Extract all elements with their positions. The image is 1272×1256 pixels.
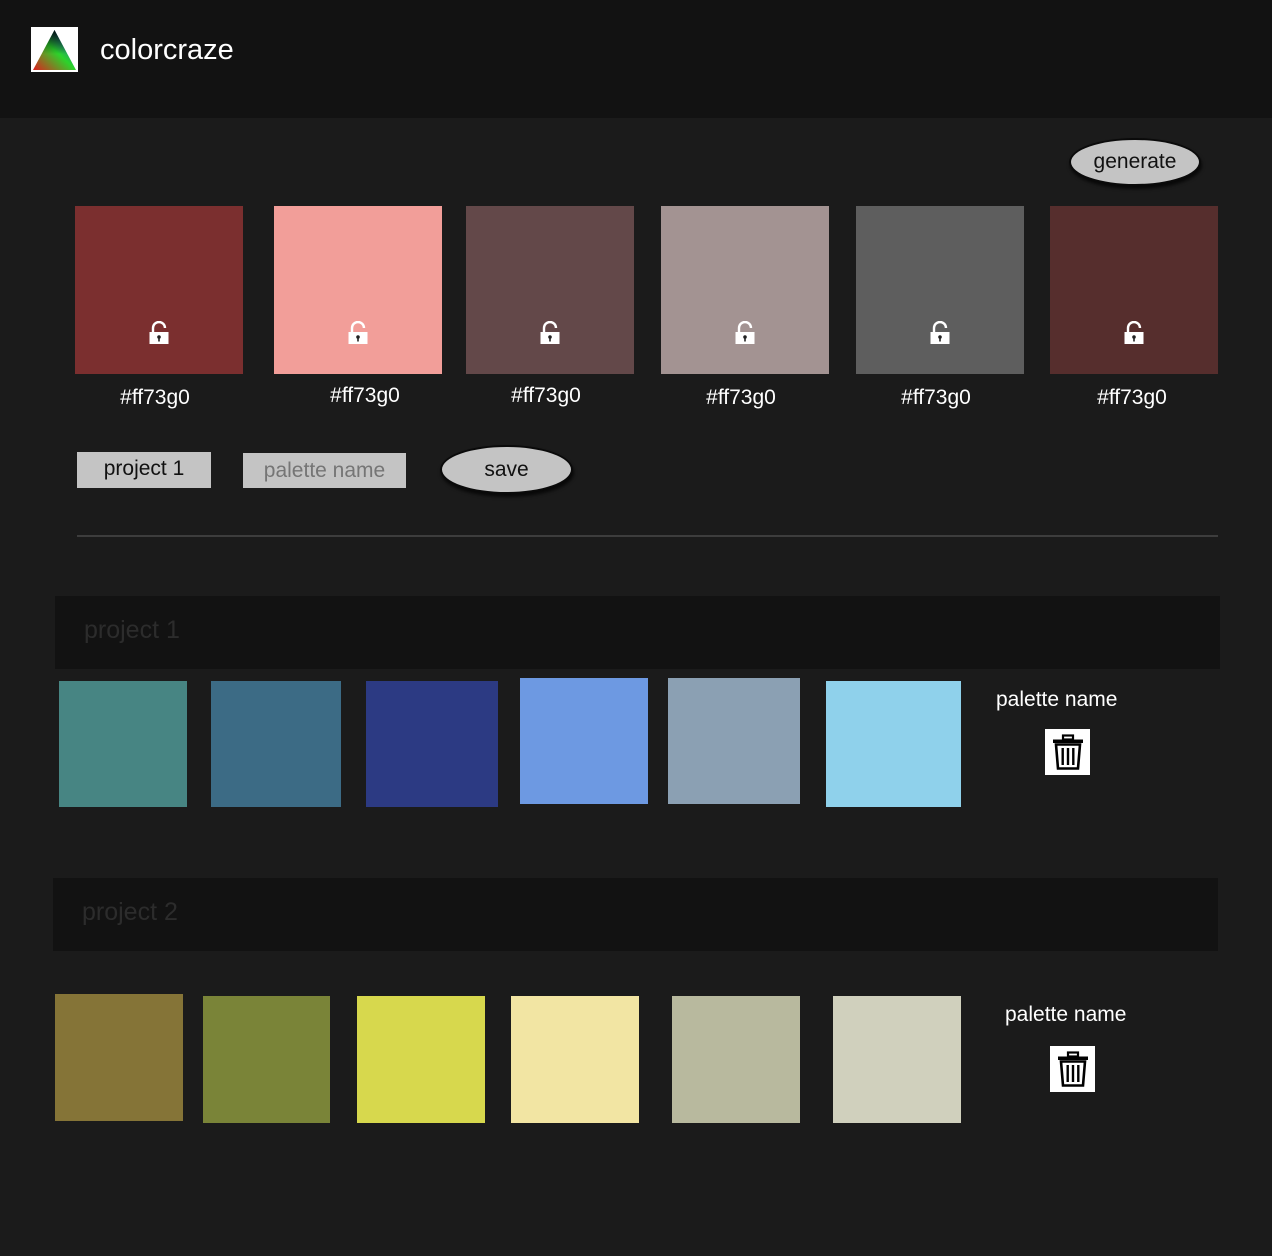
palette-name-label: palette name (996, 688, 1118, 711)
hex-label-6: #ff73g0 (1097, 386, 1167, 409)
project-1-swatch-5 (668, 678, 800, 804)
generate-button[interactable]: generate (1069, 138, 1201, 186)
project-2-swatch-5 (672, 996, 800, 1123)
divider (77, 535, 1218, 537)
palette-name-label: palette name (1005, 1003, 1127, 1026)
project-1-swatch-3 (366, 681, 498, 807)
trash-icon (1052, 734, 1083, 770)
project-2-swatch-3 (357, 996, 485, 1123)
unlock-icon[interactable] (147, 321, 171, 345)
save-button[interactable]: save (440, 445, 573, 494)
project-title: project 2 (82, 898, 178, 926)
unlock-icon[interactable] (538, 321, 562, 345)
project-1-swatch-4 (520, 678, 648, 804)
unlock-icon[interactable] (928, 321, 952, 345)
app-header: colorcraze (0, 0, 1272, 118)
palette-name-input[interactable] (243, 453, 406, 488)
hex-label-1: #ff73g0 (120, 386, 190, 409)
unlock-icon[interactable] (346, 321, 370, 345)
hex-label-5: #ff73g0 (901, 386, 971, 409)
hex-label-4: #ff73g0 (706, 386, 776, 409)
app-title: colorcraze (100, 34, 234, 66)
logo-icon (31, 27, 78, 72)
generated-swatch-4[interactable] (661, 206, 829, 374)
project-2-swatch-1 (55, 994, 183, 1121)
project-1-swatch-6 (826, 681, 961, 807)
project-2-swatch-4 (511, 996, 639, 1123)
trash-icon (1057, 1051, 1088, 1087)
project-header-1[interactable]: project 1 (55, 596, 1220, 669)
unlock-icon[interactable] (1122, 321, 1146, 345)
project-title: project 1 (84, 616, 180, 644)
generated-swatch-6[interactable] (1050, 206, 1218, 374)
hex-label-2: #ff73g0 (330, 384, 400, 407)
unlock-icon[interactable] (733, 321, 757, 345)
generated-swatch-1[interactable] (75, 206, 243, 374)
generated-swatch-3[interactable] (466, 206, 634, 374)
project-select[interactable]: project 1 (77, 452, 211, 488)
hex-label-3: #ff73g0 (511, 384, 581, 407)
delete-palette-button[interactable] (1050, 1046, 1095, 1092)
project-1-swatch-1 (59, 681, 187, 807)
project-1-swatch-2 (211, 681, 341, 807)
generated-swatch-2[interactable] (274, 206, 442, 374)
delete-palette-button[interactable] (1045, 729, 1090, 775)
generated-swatch-5[interactable] (856, 206, 1024, 374)
project-2-swatch-6 (833, 996, 961, 1123)
project-header-2[interactable]: project 2 (53, 878, 1218, 951)
project-2-swatch-2 (203, 996, 330, 1123)
